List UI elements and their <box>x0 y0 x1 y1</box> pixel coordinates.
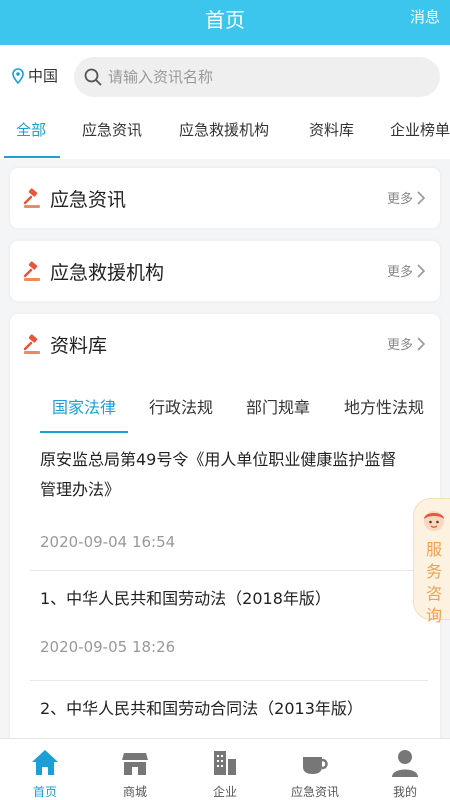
subtab-local-regulations[interactable]: 地方性法规 <box>344 394 440 418</box>
category-tabs: 全部 应急资讯 应急救援机构 资料库 企业榜单 <box>0 107 450 159</box>
tab-company-rankings[interactable]: 企业榜单 <box>390 119 450 140</box>
gavel-icon <box>23 334 40 354</box>
library-subtabs: 国家法律 行政法规 部门规章 地方性法规 <box>10 374 440 434</box>
law-title: 原安监总局第49号令《用人单位职业健康监护监督管理办法》 <box>40 450 397 499</box>
user-icon <box>392 750 418 777</box>
section-emergency-news: 应急资讯 更多 <box>10 168 440 228</box>
nav-enterprise[interactable]: 企业 <box>180 739 270 800</box>
search-input[interactable] <box>108 68 408 86</box>
tab-library[interactable]: 资料库 <box>309 119 354 140</box>
list-item[interactable]: 原安监总局第49号令《用人单位职业健康监护监督管理办法》 2020-09-04 … <box>10 434 440 551</box>
list-item[interactable]: 1、中华人民共和国劳动法（2018年版） 2020-09-05 18:26 <box>10 584 440 656</box>
gavel-icon <box>23 261 40 281</box>
tab-emergency-news[interactable]: 应急资讯 <box>82 119 142 140</box>
building-icon <box>214 751 236 775</box>
tab-rescue-agencies[interactable]: 应急救援机构 <box>179 119 269 140</box>
section-library: 资料库 更多 国家法律 行政法规 部门规章 地方性法规 原安监总局第49号令《用… <box>10 314 440 744</box>
more-label: 更多 <box>386 338 413 353</box>
law-title: 2、中华人民共和国劳动合同法（2013年版） <box>40 699 363 718</box>
more-label: 更多 <box>386 265 413 280</box>
list-item[interactable]: 2、中华人民共和国劳动合同法（2013年版） <box>10 694 440 724</box>
subtab-national-law[interactable]: 国家法律 <box>52 394 116 418</box>
search-bar: 中国 <box>0 45 450 107</box>
nav-emergency-news[interactable]: 应急资讯 <box>270 739 360 800</box>
nav-label: 企业 <box>212 785 237 799</box>
top-bar: 首页 消息 <box>0 0 450 45</box>
subtab-active-indicator <box>40 431 128 433</box>
service-label: 服务咨询 <box>425 540 442 625</box>
customer-service-avatar-icon <box>424 511 444 531</box>
section-rescue-agencies: 应急救援机构 更多 <box>10 241 440 301</box>
message-button[interactable]: 消息 <box>410 6 440 27</box>
service-consult-button[interactable]: 服务咨询 <box>413 498 450 625</box>
tab-all[interactable]: 全部 <box>16 119 46 140</box>
nav-label: 商城 <box>122 785 147 799</box>
nav-label: 首页 <box>32 785 57 799</box>
divider <box>30 570 428 571</box>
law-date: 2020-09-04 16:54 <box>40 533 176 551</box>
search-icon <box>84 68 102 86</box>
bottom-nav: 首页 商城 企业 应急资讯 我的 <box>0 738 450 800</box>
search-box[interactable] <box>74 57 440 97</box>
chevron-right-icon <box>417 263 426 278</box>
nav-mine[interactable]: 我的 <box>360 739 450 800</box>
more-button[interactable]: 更多 <box>387 261 426 280</box>
nav-home[interactable]: 首页 <box>0 739 90 800</box>
divider <box>30 680 428 681</box>
section-title: 应急救援机构 <box>50 262 165 284</box>
page-title: 首页 <box>205 8 245 32</box>
shop-icon <box>122 753 148 775</box>
subtab-department-rules[interactable]: 部门规章 <box>246 394 310 418</box>
location-selector[interactable]: 中国 <box>12 65 58 86</box>
nav-label: 应急资讯 <box>290 785 339 799</box>
more-button[interactable]: 更多 <box>387 334 426 353</box>
nav-label: 我的 <box>392 785 417 799</box>
chevron-right-icon <box>417 336 426 351</box>
more-button[interactable]: 更多 <box>387 188 426 207</box>
cup-icon <box>303 757 328 774</box>
chevron-right-icon <box>417 190 426 205</box>
location-pin-icon <box>12 67 24 84</box>
section-title: 资料库 <box>50 335 108 357</box>
tab-active-indicator <box>4 156 60 158</box>
section-title: 应急资讯 <box>50 189 127 211</box>
home-icon <box>32 750 58 775</box>
nav-shop[interactable]: 商城 <box>90 739 180 800</box>
law-date: 2020-09-05 18:26 <box>40 638 176 656</box>
more-label: 更多 <box>386 192 413 207</box>
subtab-admin-regulations[interactable]: 行政法规 <box>149 394 213 418</box>
location-name: 中国 <box>28 67 59 85</box>
gavel-icon <box>23 188 40 208</box>
law-title: 1、中华人民共和国劳动法（2018年版） <box>40 589 331 608</box>
